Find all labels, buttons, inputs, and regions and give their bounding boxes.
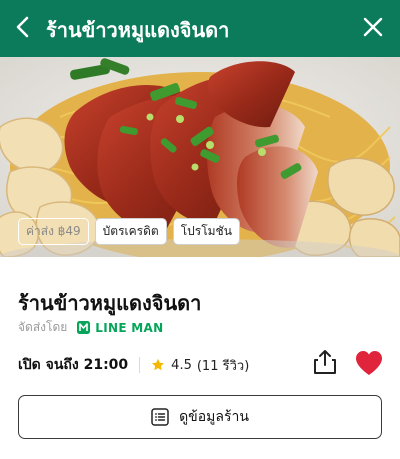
favorite-button[interactable] <box>355 350 383 376</box>
open-hours: เปิด จนถึง 21:00 <box>18 357 129 373</box>
delivery-label: จัดส่งโดย <box>18 320 68 334</box>
restaurant-name: ร้านข้าวหมูแดงจินดา <box>18 291 202 315</box>
chevron-left-icon <box>16 16 29 38</box>
close-button[interactable] <box>358 12 388 42</box>
restaurant-meta: เปิด จนถึง 21:00 4.5 (11 รีวิว) <box>18 354 249 376</box>
rating[interactable]: 4.5 (11 รีวิว) <box>151 355 249 376</box>
meta-divider <box>139 357 141 373</box>
lineman-badge: LINE MAN <box>77 321 163 335</box>
list-icon <box>151 408 169 426</box>
delivery-partner: LINE MAN <box>95 320 164 335</box>
heart-icon <box>356 351 382 375</box>
lineman-logo-icon <box>77 321 91 334</box>
review-count: (11 รีวิว) <box>196 358 250 374</box>
app-header: ร้านข้าวหมูแดงจินดา <box>0 0 400 57</box>
star-icon <box>152 358 165 371</box>
view-store-info-button[interactable]: ดูข้อมูลร้าน <box>18 395 382 439</box>
delivery-info: จัดส่งโดย LINE MAN <box>18 318 163 337</box>
close-icon <box>363 17 383 37</box>
rating-value: 4.5 <box>171 357 192 373</box>
promotion-tag: โปรโมชัน <box>172 218 240 245</box>
share-icon <box>314 350 336 374</box>
back-button[interactable] <box>8 12 38 42</box>
restaurant-tags: ค่าส่ง ฿49 บัตรเครดิต โปรโมชัน <box>18 218 240 245</box>
page-title: ร้านข้าวหมูแดงจินดา <box>46 18 230 42</box>
share-button[interactable] <box>312 349 338 375</box>
delivery-fee-tag: ค่าส่ง ฿49 <box>18 218 89 245</box>
view-store-info-label: ดูข้อมูลร้าน <box>179 409 249 425</box>
credit-card-tag: บัตรเครดิต <box>94 218 167 245</box>
restaurant-info-panel: ร้านข้าวหมูแดงจินดา จัดส่งโดย LINE MAN เ… <box>0 257 400 459</box>
